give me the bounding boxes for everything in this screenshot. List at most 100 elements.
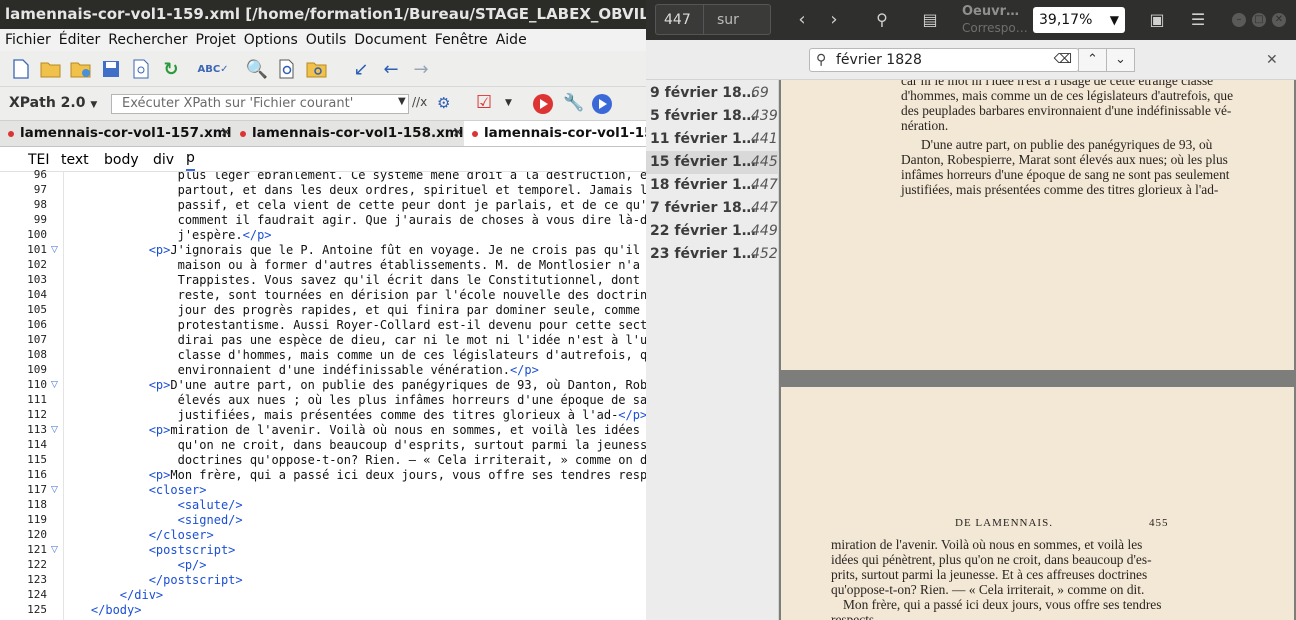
open-url-icon[interactable] (69, 57, 93, 81)
current-page[interactable]: 447 (664, 5, 691, 35)
forward-arrow-icon[interactable]: → (409, 57, 433, 81)
clear-search-icon[interactable]: ⌫ (1054, 49, 1072, 71)
search-result-item[interactable]: 7 février 18… 447 (646, 197, 779, 220)
tab-file-158[interactable]: lamennais-cor-vol1-158.xml ✕ (232, 121, 468, 146)
menu-outils[interactable]: Outils (301, 29, 349, 51)
code-line[interactable]: qu'on ne croit, dans beaucoup d'esprits,… (62, 438, 646, 453)
configure-transformation-icon[interactable]: 🔧 (563, 93, 584, 113)
zoom-select[interactable]: 39,17% ▼ (1033, 7, 1125, 33)
validate-icon[interactable]: ☑ (476, 92, 492, 113)
previous-result-button[interactable]: ⌃ (1078, 48, 1107, 72)
code-line[interactable]: <postscript> (62, 543, 236, 558)
maximize-window-icon[interactable]: □ (1252, 13, 1266, 27)
settings-gear-icon[interactable]: ⚙ (437, 94, 450, 112)
code-line[interactable]: <p>Mon frère, qui a passé ici deux jours… (62, 468, 646, 483)
close-window-icon[interactable]: ✕ (1272, 13, 1286, 27)
fit-page-icon[interactable]: ▣ (1142, 6, 1172, 34)
menu-fenetre[interactable]: Fenêtre (430, 29, 491, 51)
code-line[interactable]: élevés aux nues ; où les plus infâmes ho… (62, 393, 646, 408)
validate-dropdown-icon[interactable]: ▼ (505, 98, 512, 108)
print-preview-icon[interactable] (129, 57, 153, 81)
code-line[interactable]: <p>miration de l'avenir. Voilà où nous e… (62, 423, 646, 438)
save-icon[interactable] (99, 57, 123, 81)
xpath-input[interactable]: Exécuter XPath sur 'Fichier courant' (111, 94, 409, 114)
search-result-item[interactable]: 5 février 18… 439 (646, 105, 779, 128)
code-line[interactable]: environnaient d'une indéfinissable vénér… (62, 363, 539, 378)
code-line[interactable]: <p/> (62, 558, 207, 573)
code-line[interactable]: protestantisme. Aussi Royer-Collard est-… (62, 318, 646, 333)
code-line[interactable]: </body> (62, 603, 142, 618)
code-line[interactable]: j'espère.</p> (62, 228, 272, 243)
code-line[interactable]: maison ou à former d'autres établissemen… (62, 258, 646, 273)
menu-editer[interactable]: Éditer (54, 29, 103, 51)
code-line[interactable]: jour des progrès rapides, et qui finira … (62, 303, 646, 318)
code-line[interactable]: <p>J'ignorais que le P. Antoine fût en v… (62, 243, 646, 258)
code-line[interactable]: comment il faudrait agir. Que j'aurais d… (62, 213, 646, 228)
menu-projet[interactable]: Projet (191, 29, 239, 51)
menu-options[interactable]: Options (239, 29, 301, 51)
breadcrumb-div[interactable]: div (153, 147, 174, 173)
previous-page-icon[interactable]: ‹ (787, 6, 817, 34)
code-line[interactable]: </div> (62, 588, 163, 603)
document-pages-area[interactable]: car ni le mot ni l'idée n'est à l'usage … (779, 80, 1296, 620)
code-line[interactable]: partout, et dans les deux ordres, spirit… (62, 183, 646, 198)
code-line[interactable]: passif, et cela vient de cette peur dont… (62, 198, 646, 213)
replace-in-files-icon[interactable] (305, 57, 329, 81)
code-area[interactable]: plus léger ébranlement. Ce système mène … (0, 172, 646, 620)
breadcrumb-p[interactable]: p (186, 147, 195, 171)
editor-title-bar: lamennais-cor-vol1-159.xml [/home/format… (0, 0, 646, 29)
go-to-last-modification-icon[interactable]: ↙ (349, 57, 373, 81)
tab-label: lamennais-cor-vol1-159 (484, 125, 646, 141)
search-result-item[interactable]: 23 février 1… 452 (646, 243, 779, 266)
close-tab-icon[interactable]: ✕ (452, 121, 464, 146)
refresh-icon[interactable]: ↻ (159, 57, 183, 81)
menu-document[interactable]: Document (349, 29, 430, 51)
search-icon[interactable]: ⚲ (867, 6, 897, 34)
search-result-item[interactable]: 11 février 1… 441 (646, 128, 779, 151)
search-result-item[interactable]: 15 février 1… 445 (646, 151, 779, 174)
breadcrumb-text[interactable]: text (61, 147, 89, 173)
code-line[interactable]: </closer> (62, 528, 214, 543)
find-icon[interactable]: 🔍 (245, 57, 269, 81)
minimize-window-icon[interactable]: – (1232, 13, 1246, 27)
close-find-bar-icon[interactable]: ✕ (1266, 52, 1278, 68)
annotations-icon[interactable]: ▤ (915, 6, 945, 34)
code-line[interactable]: Trappistes. Vous savez qu'il écrit dans … (62, 273, 646, 288)
search-input[interactable]: ⚲ février 1828 ⌫ (809, 48, 1079, 72)
hamburger-menu-icon[interactable]: ☰ (1183, 6, 1213, 34)
open-folder-icon[interactable] (39, 57, 63, 81)
code-line[interactable]: <salute/> (62, 498, 243, 513)
search-result-item[interactable]: 9 février 18… 69 (646, 82, 779, 105)
xpath-options-icon[interactable]: //x (412, 95, 427, 109)
code-line[interactable]: <closer> (62, 483, 207, 498)
code-line[interactable]: <p>D'une autre part, on publie des panég… (62, 378, 646, 393)
next-page-icon[interactable]: › (819, 6, 849, 34)
search-result-item[interactable]: 22 février 1… 449 (646, 220, 779, 243)
tab-file-157[interactable]: lamennais-cor-vol1-157.xml ✕ (0, 121, 236, 146)
xpath-version-select[interactable]: XPath 2.0 ▼ (9, 95, 97, 111)
code-line[interactable]: classe d'hommes, mais comme un de ces lé… (62, 348, 646, 363)
code-line[interactable]: reste, sont tournées en dérision par l'é… (62, 288, 646, 303)
page-number-box[interactable]: 447 sur 518 (655, 4, 771, 58)
close-tab-icon[interactable]: ✕ (220, 121, 232, 146)
code-line[interactable]: justifiées, mais présentées comme des ti… (62, 408, 646, 423)
code-line[interactable]: </postscript> (62, 573, 243, 588)
breadcrumb-body[interactable]: body (104, 147, 139, 173)
menu-aide[interactable]: Aide (491, 29, 530, 51)
code-line[interactable]: dirai pas une espèce de dieu, car ni le … (62, 333, 646, 348)
code-line[interactable]: <signed/> (62, 513, 243, 528)
tab-file-159[interactable]: lamennais-cor-vol1-159 (464, 121, 646, 146)
back-arrow-icon[interactable]: ← (379, 57, 403, 81)
menu-fichier[interactable]: Fichier (0, 29, 54, 51)
menu-rechercher[interactable]: Rechercher (103, 29, 190, 51)
next-result-button[interactable]: ⌄ (1106, 48, 1135, 72)
spellcheck-icon[interactable]: ABC✓ (197, 57, 228, 81)
new-file-icon[interactable] (9, 57, 33, 81)
code-line[interactable]: plus léger ébranlement. Ce système mène … (62, 172, 646, 183)
code-line[interactable]: doctrines qu'oppose-t-on? Rien. — « Cela… (62, 453, 646, 468)
search-result-item[interactable]: 18 février 1… 447 (646, 174, 779, 197)
find-in-files-icon[interactable] (275, 57, 299, 81)
xpath-history-chevron-icon[interactable]: ▼ (398, 96, 406, 107)
debug-scenario-icon[interactable] (592, 94, 612, 114)
apply-transformation-icon[interactable] (533, 94, 553, 114)
